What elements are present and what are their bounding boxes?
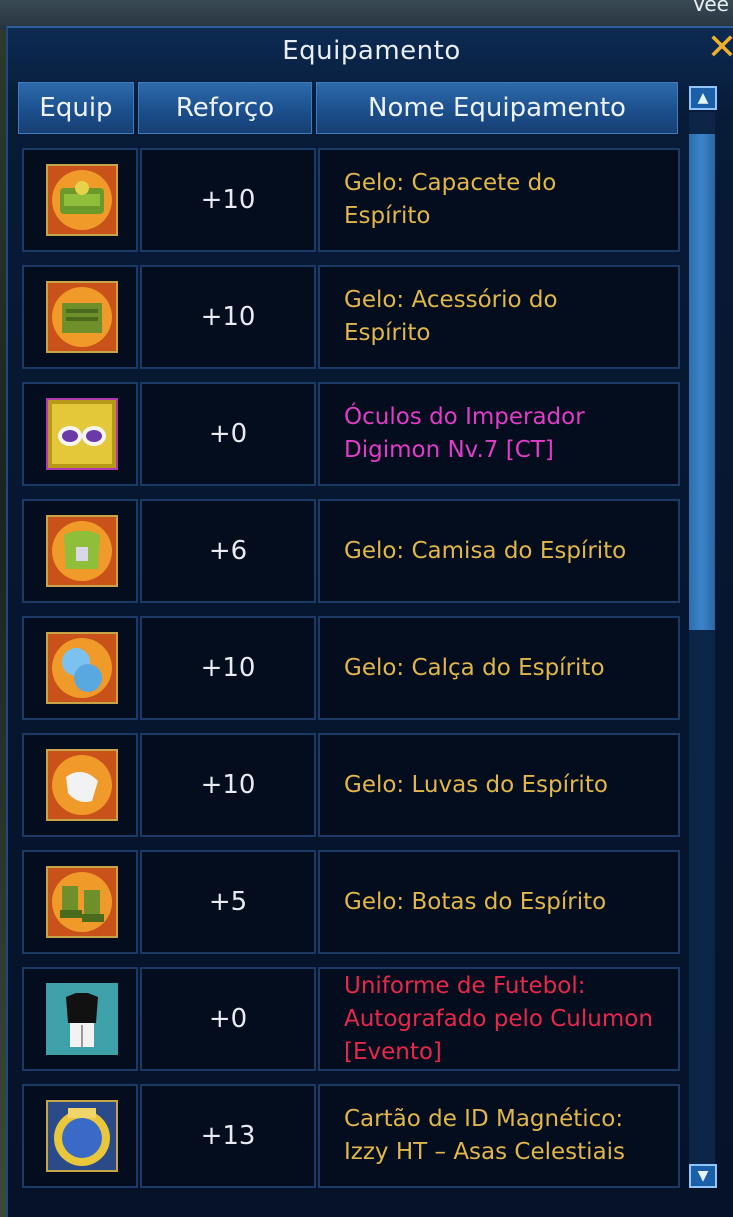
- enhancement-level: +13: [140, 1084, 316, 1188]
- enhancement-level: +0: [140, 382, 316, 486]
- equipment-name: Gelo: Luvas do Espírito: [318, 733, 680, 837]
- enhancement-level: +0: [140, 967, 316, 1071]
- helmet-icon[interactable]: [46, 164, 118, 236]
- equipment-row[interactable]: +10 Gelo: Calça do Espírito: [22, 616, 680, 720]
- equipment-row[interactable]: +10 Gelo: Capacete do Espírito: [22, 148, 680, 252]
- equipment-name: Gelo: Botas do Espírito: [318, 850, 680, 954]
- boots-icon[interactable]: [46, 866, 118, 938]
- equipment-name: Cartão de ID Magnético: Izzy HT – Asas Ce…: [318, 1084, 680, 1188]
- equipment-name-line: Espírito: [344, 203, 431, 229]
- equipment-name-line: Gelo: Camisa do Espírito: [344, 537, 627, 564]
- equipment-name: Uniforme de Futebol: Autografado pelo Cul…: [318, 967, 680, 1071]
- equipment-name-line: Uniforme de Futebol:: [344, 972, 586, 999]
- enhancement-level: +6: [140, 499, 316, 603]
- equipment-name: Gelo: Camisa do Espírito: [318, 499, 680, 603]
- equip-slot[interactable]: [22, 733, 138, 837]
- goggles-icon[interactable]: [46, 398, 118, 470]
- shirt-icon[interactable]: [46, 515, 118, 587]
- football-uniform-icon[interactable]: [46, 983, 118, 1055]
- scroll-up-icon[interactable]: ▲: [689, 86, 717, 110]
- enhancement-level: +10: [140, 148, 316, 252]
- equipment-name-line: Gelo: Luvas do Espírito: [344, 771, 608, 798]
- equipment-row[interactable]: +10 Gelo: Acessório do Espírito: [22, 265, 680, 369]
- scroll-down-icon[interactable]: ▼: [689, 1164, 717, 1188]
- equipment-name-line: Cartão de ID Magnético:: [344, 1106, 624, 1132]
- equipment-row[interactable]: +0 Uniforme de Futebol: Autografado pelo C…: [22, 967, 680, 1071]
- equipment-name-line: Gelo: Capacete do: [344, 170, 557, 196]
- column-header-nome[interactable]: Nome Equipamento: [316, 82, 678, 134]
- equipment-name-line: Gelo: Botas do Espírito: [344, 888, 607, 915]
- equipment-name: Gelo: Acessório do Espírito: [318, 265, 680, 369]
- window-title: Equipamento: [282, 36, 461, 66]
- equip-slot[interactable]: [22, 616, 138, 720]
- enhancement-level: +5: [140, 850, 316, 954]
- equipment-row[interactable]: +10 Gelo: Luvas do Espírito: [22, 733, 680, 837]
- accessory-icon[interactable]: [46, 281, 118, 353]
- id-card-icon[interactable]: [46, 1100, 118, 1172]
- equipment-row[interactable]: +13 Cartão de ID Magnético: Izzy HT – Asas…: [22, 1084, 680, 1188]
- equipment-name-line: Autografado pelo Culumon: [344, 1005, 653, 1032]
- equipment-row[interactable]: +6 Gelo: Camisa do Espírito: [22, 499, 680, 603]
- pants-icon[interactable]: [46, 632, 118, 704]
- enhancement-level: +10: [140, 733, 316, 837]
- equip-slot[interactable]: [22, 382, 138, 486]
- gloves-icon[interactable]: [46, 749, 118, 821]
- equipment-name-line: Digimon Nv.7 [CT]: [344, 437, 554, 463]
- equipment-name-line: Gelo: Acessório do: [344, 287, 558, 313]
- equip-slot[interactable]: [22, 1084, 138, 1188]
- equipment-name-line: Gelo: Calça do Espírito: [344, 654, 605, 681]
- equipment-name: Gelo: Capacete do Espírito: [318, 148, 680, 252]
- equip-slot[interactable]: [22, 967, 138, 1071]
- column-header-equip[interactable]: Equip: [18, 82, 134, 134]
- scrollbar-thumb[interactable]: [689, 134, 715, 630]
- column-header-reforco[interactable]: Reforço: [138, 82, 312, 134]
- equip-slot[interactable]: [22, 148, 138, 252]
- equipment-row[interactable]: +0 Óculos do Imperador Digimon Nv.7 [CT]: [22, 382, 680, 486]
- equipment-name-line: Izzy HT – Asas Celestiais: [344, 1139, 626, 1165]
- enhancement-level: +10: [140, 616, 316, 720]
- equip-slot[interactable]: [22, 499, 138, 603]
- equipment-name-line: Espírito: [344, 320, 431, 346]
- background-text: Vee: [692, 0, 729, 16]
- equip-slot[interactable]: [22, 850, 138, 954]
- enhancement-level: +10: [140, 265, 316, 369]
- equipment-name: Óculos do Imperador Digimon Nv.7 [CT]: [318, 382, 680, 486]
- equipment-name-line: [Evento]: [344, 1038, 442, 1065]
- equipment-row[interactable]: +5 Gelo: Botas do Espírito: [22, 850, 680, 954]
- equipment-name-line: Óculos do Imperador: [344, 404, 585, 430]
- equip-slot[interactable]: [22, 265, 138, 369]
- equipment-name: Gelo: Calça do Espírito: [318, 616, 680, 720]
- equipment-window: Equipamento ✕ Equip Reforço Nome Equipam…: [6, 26, 733, 1217]
- close-icon[interactable]: ✕: [706, 30, 733, 66]
